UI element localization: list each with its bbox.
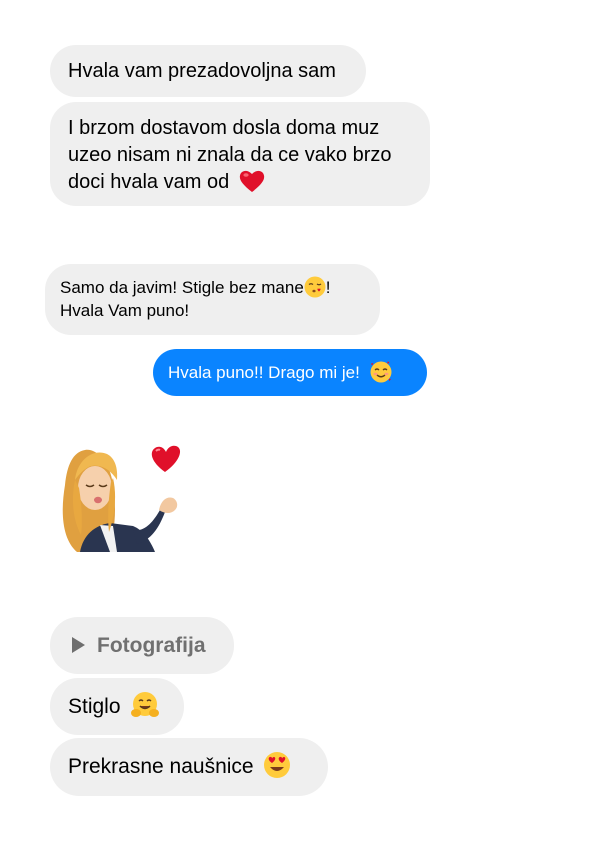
- message-text: I brzom dostavom dosla doma muz uzeo nis…: [68, 117, 392, 193]
- smiling-face-with-hearts-emoji-icon: [370, 361, 392, 383]
- incoming-message[interactable]: Stiglo: [50, 678, 184, 735]
- photo-attachment-message[interactable]: Fotografija: [50, 617, 234, 674]
- kissing-face-emoji-icon: [304, 276, 326, 298]
- incoming-message[interactable]: Samo da javim! Stigle bez mane ! Hvala V…: [45, 264, 380, 335]
- message-text-tail: !: [325, 278, 331, 297]
- message-text-line2: Hvala Vam puno!: [60, 301, 190, 320]
- message-text: Hvala vam prezadovoljna sam: [68, 60, 336, 82]
- attachment-label: Fotografija: [97, 634, 206, 657]
- incoming-message[interactable]: I brzom dostavom dosla doma muz uzeo nis…: [50, 102, 430, 206]
- heart-eyes-emoji-icon: [264, 752, 291, 778]
- red-heart-emoji-icon: [239, 170, 264, 192]
- message-text: Stiglo: [68, 695, 121, 718]
- message-text: Prekrasne naušnice: [68, 755, 254, 778]
- message-text-line1: Samo da javim! Stigle bez mane: [60, 278, 304, 297]
- hugging-face-emoji-icon: [131, 692, 160, 717]
- message-text: Hvala puno!! Drago mi je!: [168, 363, 360, 382]
- avatar-blowing-kiss-sticker[interactable]: [55, 440, 195, 555]
- outgoing-message[interactable]: Hvala puno!! Drago mi je!: [153, 349, 427, 396]
- incoming-message[interactable]: Hvala vam prezadovoljna sam: [50, 45, 366, 97]
- incoming-message[interactable]: Prekrasne naušnice: [50, 738, 328, 796]
- play-icon: [72, 637, 85, 653]
